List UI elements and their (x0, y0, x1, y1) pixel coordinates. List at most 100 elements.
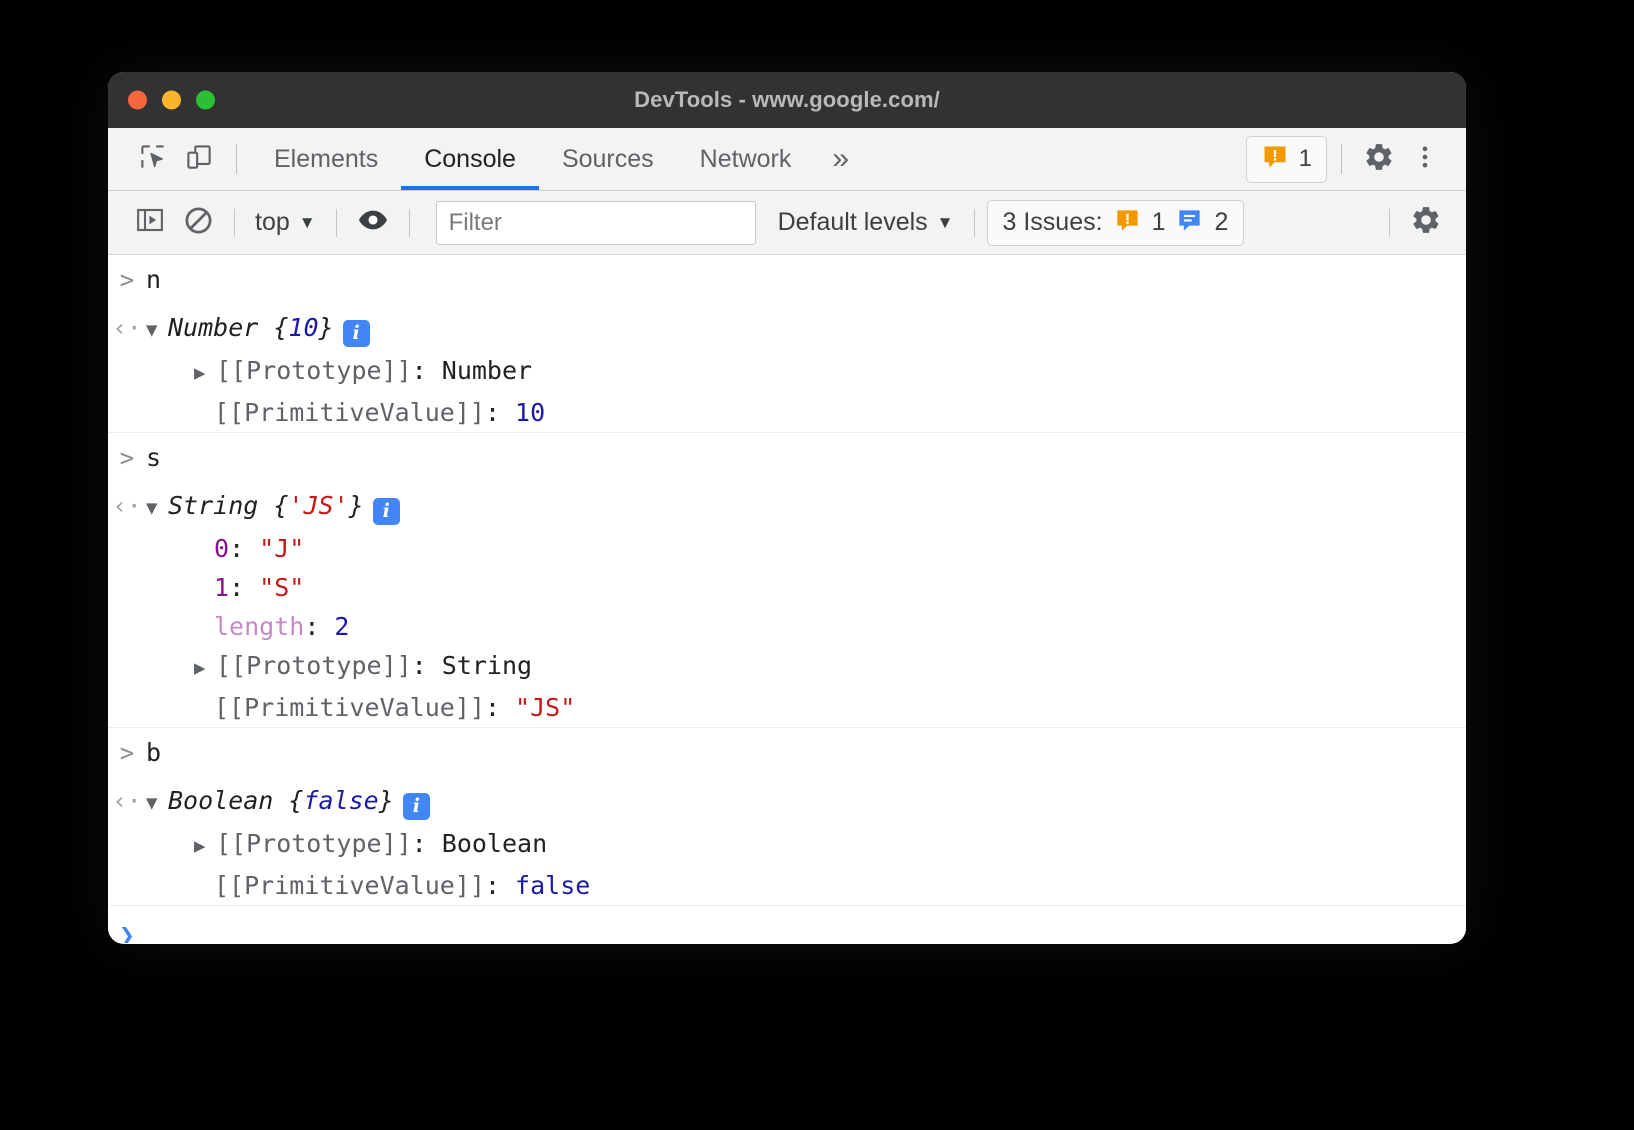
close-window-button[interactable] (128, 91, 147, 110)
property-separator: : (229, 534, 259, 563)
command-prompt-icon: > (108, 439, 146, 477)
device-toolbar-icon (184, 142, 214, 177)
prompt-chevron-icon: ❯ (108, 921, 146, 943)
object-preview-open-brace: { (258, 491, 288, 520)
object-property-row[interactable]: ▶[[Prototype]]: String (108, 646, 1466, 688)
disclosure-triangle-closed-icon[interactable]: ▶ (194, 354, 216, 393)
console-message-group: >n‹·▼Number {10}i▶[[Prototype]]: Number[… (108, 255, 1466, 433)
console-settings-button[interactable] (1402, 201, 1450, 245)
issues-counter-label: 3 Issues: (1003, 208, 1103, 237)
property-value: 10 (515, 398, 545, 427)
devtools-more-options-button[interactable] (1402, 136, 1448, 182)
console-toolbar-divider-5 (1389, 209, 1390, 237)
inspect-element-button[interactable] (130, 136, 176, 182)
console-toolbar-divider-1 (234, 209, 235, 237)
console-message-group: >s‹·▼String {'JS'}i0: "J"1: "S"length: 2… (108, 433, 1466, 728)
console-result-line[interactable]: ‹·▼Boolean {false}i (108, 778, 1466, 824)
disclosure-triangle-closed-icon[interactable]: ▶ (194, 649, 216, 688)
object-property-content: 1: "S" (146, 568, 1466, 607)
tab-elements[interactable]: Elements (251, 128, 401, 190)
console-filter-input[interactable] (436, 201, 756, 245)
console-command-line[interactable]: >b (108, 728, 1466, 778)
command-prompt-icon: > (108, 261, 146, 299)
minimize-window-button[interactable] (162, 91, 181, 110)
property-separator: : (412, 356, 442, 385)
devtools-window: DevTools - www.google.com/ (108, 72, 1466, 944)
console-command-line[interactable]: >n (108, 255, 1466, 305)
object-property-content: ▶[[Prototype]]: String (146, 646, 1466, 688)
property-value: false (515, 871, 590, 900)
property-separator: : (412, 829, 442, 858)
devtools-tabbar: Elements Console Sources Network » (108, 128, 1466, 191)
inspect-element-icon (138, 142, 168, 177)
object-property-row[interactable]: ▶[[Prototype]]: Boolean (108, 824, 1466, 866)
console-command-text: n (146, 261, 1466, 299)
window-titlebar: DevTools - www.google.com/ (108, 72, 1466, 128)
tab-elements-label: Elements (274, 145, 378, 174)
disclosure-triangle-open-icon[interactable]: ▼ (146, 489, 168, 527)
property-separator: : (412, 651, 442, 680)
disclosure-triangle-closed-icon[interactable]: ▶ (194, 827, 216, 866)
console-command-line[interactable]: >s (108, 433, 1466, 483)
object-property-content: [[PrimitiveValue]]: "JS" (146, 688, 1466, 727)
maximize-window-button[interactable] (196, 91, 215, 110)
object-preview-close-brace: } (319, 313, 334, 342)
result-marker-icon: ‹· (108, 782, 146, 820)
chevron-down-icon: ▼ (937, 214, 954, 231)
property-separator: : (229, 573, 259, 602)
info-badge-icon[interactable]: i (373, 498, 400, 525)
disclosure-triangle-open-icon[interactable]: ▼ (146, 784, 168, 822)
object-property-content: ▶[[Prototype]]: Number (146, 351, 1466, 393)
console-command-text: s (146, 439, 1466, 477)
property-key: 1 (214, 573, 229, 602)
object-property-row[interactable]: [[PrimitiveValue]]: false (108, 866, 1466, 905)
object-preview-close-brace: } (379, 786, 394, 815)
object-property-row[interactable]: [[PrimitiveValue]]: "JS" (108, 688, 1466, 727)
object-constructor-name: Number (168, 313, 258, 342)
screen-root: DevTools - www.google.com/ (0, 0, 1634, 1130)
object-constructor-name: Boolean (168, 786, 273, 815)
create-live-expression-button[interactable] (349, 201, 397, 245)
eye-icon (357, 204, 389, 241)
console-result-content: ▼Number {10}i (146, 309, 1466, 349)
console-sidebar-toggle-button[interactable] (126, 201, 174, 245)
console-result-content: ▼Boolean {false}i (146, 782, 1466, 822)
context-selector-label: top (255, 208, 290, 237)
clear-console-icon (183, 205, 214, 241)
log-levels-selector[interactable]: Default levels ▼ (770, 208, 962, 237)
info-badge-icon[interactable]: i (343, 320, 370, 347)
console-input-prompt-row[interactable]: ❯ (108, 906, 1466, 943)
object-preview-open-brace: { (258, 313, 288, 342)
object-preview-open-brace: { (273, 786, 303, 815)
more-vertical-icon (1411, 143, 1439, 176)
console-result-content: ▼String {'JS'}i (146, 487, 1466, 527)
tab-console[interactable]: Console (401, 128, 539, 190)
object-property-content: [[PrimitiveValue]]: false (146, 866, 1466, 905)
property-key: [[PrimitiveValue]] (214, 871, 485, 900)
disclosure-triangle-open-icon[interactable]: ▼ (146, 311, 168, 349)
tab-network[interactable]: Network (677, 128, 815, 190)
toggle-device-toolbar-button[interactable] (176, 136, 222, 182)
console-message-list[interactable]: >n‹·▼Number {10}i▶[[Prototype]]: Number[… (108, 255, 1466, 943)
javascript-context-selector[interactable]: top ▼ (247, 208, 324, 237)
clear-console-button[interactable] (174, 201, 222, 245)
console-result-line[interactable]: ‹·▼String {'JS'}i (108, 483, 1466, 529)
tab-sources[interactable]: Sources (539, 128, 677, 190)
object-property-content: ▶[[Prototype]]: Boolean (146, 824, 1466, 866)
object-property-row[interactable]: 1: "S" (108, 568, 1466, 607)
warning-issue-count: 1 (1152, 208, 1166, 237)
issues-counter-button[interactable]: 3 Issues: 1 2 (987, 200, 1245, 246)
property-value: "J" (259, 534, 304, 563)
object-property-row[interactable]: 0: "J" (108, 529, 1466, 568)
object-property-row[interactable]: [[PrimitiveValue]]: 10 (108, 393, 1466, 432)
console-toolbar-divider-2 (336, 209, 337, 237)
object-property-row[interactable]: length: 2 (108, 607, 1466, 646)
property-key: length (214, 612, 304, 641)
info-badge-icon[interactable]: i (403, 793, 430, 820)
issues-badge-button[interactable]: 1 (1246, 136, 1327, 183)
tab-console-label: Console (424, 145, 516, 174)
devtools-settings-button[interactable] (1356, 136, 1402, 182)
tab-overflow-button[interactable]: » (814, 128, 867, 190)
console-result-line[interactable]: ‹·▼Number {10}i (108, 305, 1466, 351)
object-property-row[interactable]: ▶[[Prototype]]: Number (108, 351, 1466, 393)
